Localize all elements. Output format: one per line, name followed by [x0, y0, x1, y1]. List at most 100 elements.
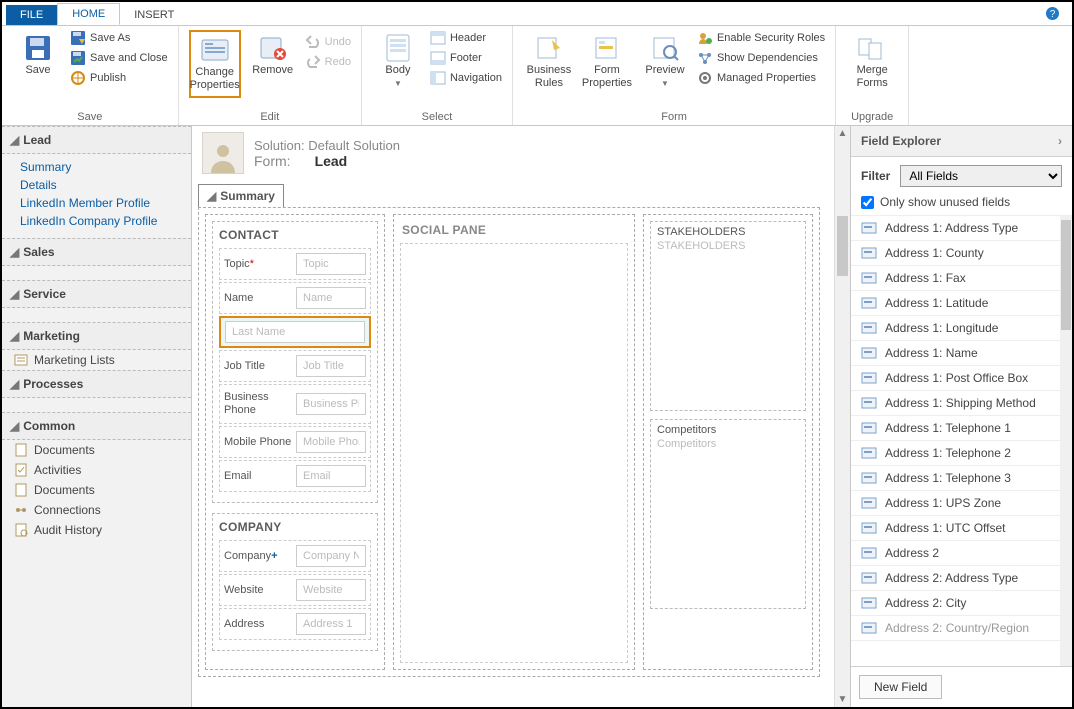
field-item[interactable]: Address 2: Country/Region	[851, 616, 1060, 641]
field-email[interactable]: Email	[219, 460, 371, 492]
field-item[interactable]: Address 1: UPS Zone	[851, 491, 1060, 516]
fe-scrollbar[interactable]	[1060, 216, 1072, 666]
tab-summary[interactable]: ◢Summary	[198, 184, 284, 207]
save-as-button[interactable]: Save As	[70, 30, 168, 46]
field-item[interactable]: Address 1: Latitude	[851, 291, 1060, 316]
collapse-panel-icon[interactable]: ›	[1058, 134, 1062, 148]
field-jobtitle-input[interactable]	[296, 355, 366, 377]
remove-button[interactable]: Remove	[247, 30, 299, 77]
nav-item-documents[interactable]: Documents	[2, 440, 191, 460]
field-name[interactable]: Name	[219, 282, 371, 314]
scroll-down-icon[interactable]: ▼	[835, 694, 850, 705]
social-pane-body[interactable]	[400, 243, 628, 663]
nav-section-lead[interactable]: ◢Lead	[2, 126, 191, 154]
field-business-phone[interactable]: Business Phone	[219, 384, 371, 424]
header-button[interactable]: Header	[430, 30, 502, 46]
change-properties-button[interactable]: Change Properties	[189, 30, 241, 98]
field-bizphone-input[interactable]	[296, 393, 366, 415]
tab-home[interactable]: HOME	[57, 3, 120, 25]
field-item[interactable]: Address 1: Post Office Box	[851, 366, 1060, 391]
nav-section-processes[interactable]: ◢Processes	[2, 370, 191, 398]
field-website-input[interactable]	[296, 579, 366, 601]
field-mobile-phone[interactable]: Mobile Phone	[219, 426, 371, 458]
field-item[interactable]: Address 2: City	[851, 591, 1060, 616]
managed-props-label: Managed Properties	[717, 72, 816, 84]
nav-item-marketing-lists[interactable]: Marketing Lists	[2, 350, 191, 370]
form-properties-button[interactable]: Form Properties	[581, 30, 633, 90]
field-item[interactable]: Address 1: Telephone 1	[851, 416, 1060, 441]
preview-button[interactable]: Preview ▼	[639, 30, 691, 90]
field-item[interactable]: Address 2	[851, 541, 1060, 566]
field-job-title[interactable]: Job Title	[219, 350, 371, 382]
publish-button[interactable]: Publish	[70, 70, 168, 86]
nav-section-service[interactable]: ◢Service	[2, 280, 191, 308]
undo-button[interactable]: Undo	[305, 34, 351, 50]
business-rules-button[interactable]: Business Rules	[523, 30, 575, 90]
nav-link-linkedin-member[interactable]: LinkedIn Member Profile	[20, 194, 191, 212]
body-button[interactable]: Body ▼	[372, 30, 424, 90]
nav-item-activities[interactable]: Activities	[2, 460, 191, 480]
collapse-icon: ◢	[10, 419, 19, 433]
field-website[interactable]: Website	[219, 574, 371, 606]
field-company-input[interactable]	[296, 545, 366, 567]
rules-icon	[533, 32, 565, 64]
field-item-label: Address 2	[885, 546, 939, 560]
subgrid-competitors[interactable]: Competitors Competitors	[650, 419, 806, 609]
field-mobile-input[interactable]	[296, 431, 366, 453]
nav-link-linkedin-company[interactable]: LinkedIn Company Profile	[20, 212, 191, 230]
field-item[interactable]: Address 1: UTC Offset	[851, 516, 1060, 541]
nav-section-sales[interactable]: ◢Sales	[2, 238, 191, 266]
fe-scroll-thumb[interactable]	[1061, 220, 1071, 330]
managed-props-button[interactable]: Managed Properties	[697, 70, 825, 86]
field-item[interactable]: Address 1: Telephone 2	[851, 441, 1060, 466]
only-unused-checkbox[interactable]	[861, 196, 874, 209]
subgrid-stakeholders[interactable]: STAKEHOLDERS STAKEHOLDERS	[650, 221, 806, 411]
canvas-scrollbar[interactable]: ▲ ▼	[834, 126, 850, 707]
navigation-button[interactable]: Navigation	[430, 70, 502, 86]
field-address-input[interactable]	[296, 613, 366, 635]
redo-button[interactable]: Redo	[305, 54, 351, 70]
field-email-input[interactable]	[296, 465, 366, 487]
field-name-input[interactable]	[296, 287, 366, 309]
field-item[interactable]: Address 2: Address Type	[851, 566, 1060, 591]
section-company[interactable]: COMPANY Company+ Website Address	[212, 513, 378, 651]
enable-security-button[interactable]: Enable Security Roles	[697, 30, 825, 46]
field-item-label: Address 1: Telephone 1	[885, 421, 1011, 435]
save-and-close-button[interactable]: Save and Close	[70, 50, 168, 66]
scroll-up-icon[interactable]: ▲	[835, 128, 850, 139]
nav-item-audit[interactable]: Audit History	[2, 520, 191, 540]
new-field-button[interactable]: New Field	[859, 675, 942, 699]
field-item[interactable]: Address 1: Name	[851, 341, 1060, 366]
nav-section-marketing[interactable]: ◢Marketing	[2, 322, 191, 350]
merge-forms-button[interactable]: Merge Forms	[846, 30, 898, 90]
section-contact[interactable]: CONTACT Topic* Name J	[212, 221, 378, 503]
nav-item-documents2[interactable]: Documents	[2, 480, 191, 500]
field-item[interactable]: Address 1: Address Type	[851, 216, 1060, 241]
nav-link-details[interactable]: Details	[20, 176, 191, 194]
show-deps-button[interactable]: Show Dependencies	[697, 50, 825, 66]
field-address[interactable]: Address	[219, 608, 371, 640]
field-item[interactable]: Address 1: Telephone 3	[851, 466, 1060, 491]
field-last-name[interactable]	[219, 316, 371, 348]
field-item[interactable]: Address 1: Longitude	[851, 316, 1060, 341]
field-company[interactable]: Company+	[219, 540, 371, 572]
nav-section-common[interactable]: ◢Common	[2, 412, 191, 440]
scroll-thumb[interactable]	[837, 216, 848, 276]
tab-insert[interactable]: INSERT	[120, 5, 188, 25]
footer-button[interactable]: Footer	[430, 50, 502, 66]
filter-select[interactable]: All Fields	[900, 165, 1062, 187]
field-item[interactable]: Address 1: Fax	[851, 266, 1060, 291]
nav-link-summary[interactable]: Summary	[20, 158, 191, 176]
field-topic-input[interactable]	[296, 253, 366, 275]
field-item[interactable]: Address 1: County	[851, 241, 1060, 266]
field-item[interactable]: Address 1: Shipping Method	[851, 391, 1060, 416]
header-icon	[430, 30, 446, 46]
field-last-name-input[interactable]	[225, 321, 365, 343]
help-icon[interactable]: ?	[1045, 6, 1060, 21]
field-item-label: Address 2: Country/Region	[885, 621, 1029, 635]
nav-item-connections[interactable]: Connections	[2, 500, 191, 520]
nav-section-lead-label: Lead	[23, 133, 51, 147]
save-button[interactable]: Save	[12, 30, 64, 77]
tab-file[interactable]: FILE	[6, 5, 57, 25]
field-topic[interactable]: Topic*	[219, 248, 371, 280]
